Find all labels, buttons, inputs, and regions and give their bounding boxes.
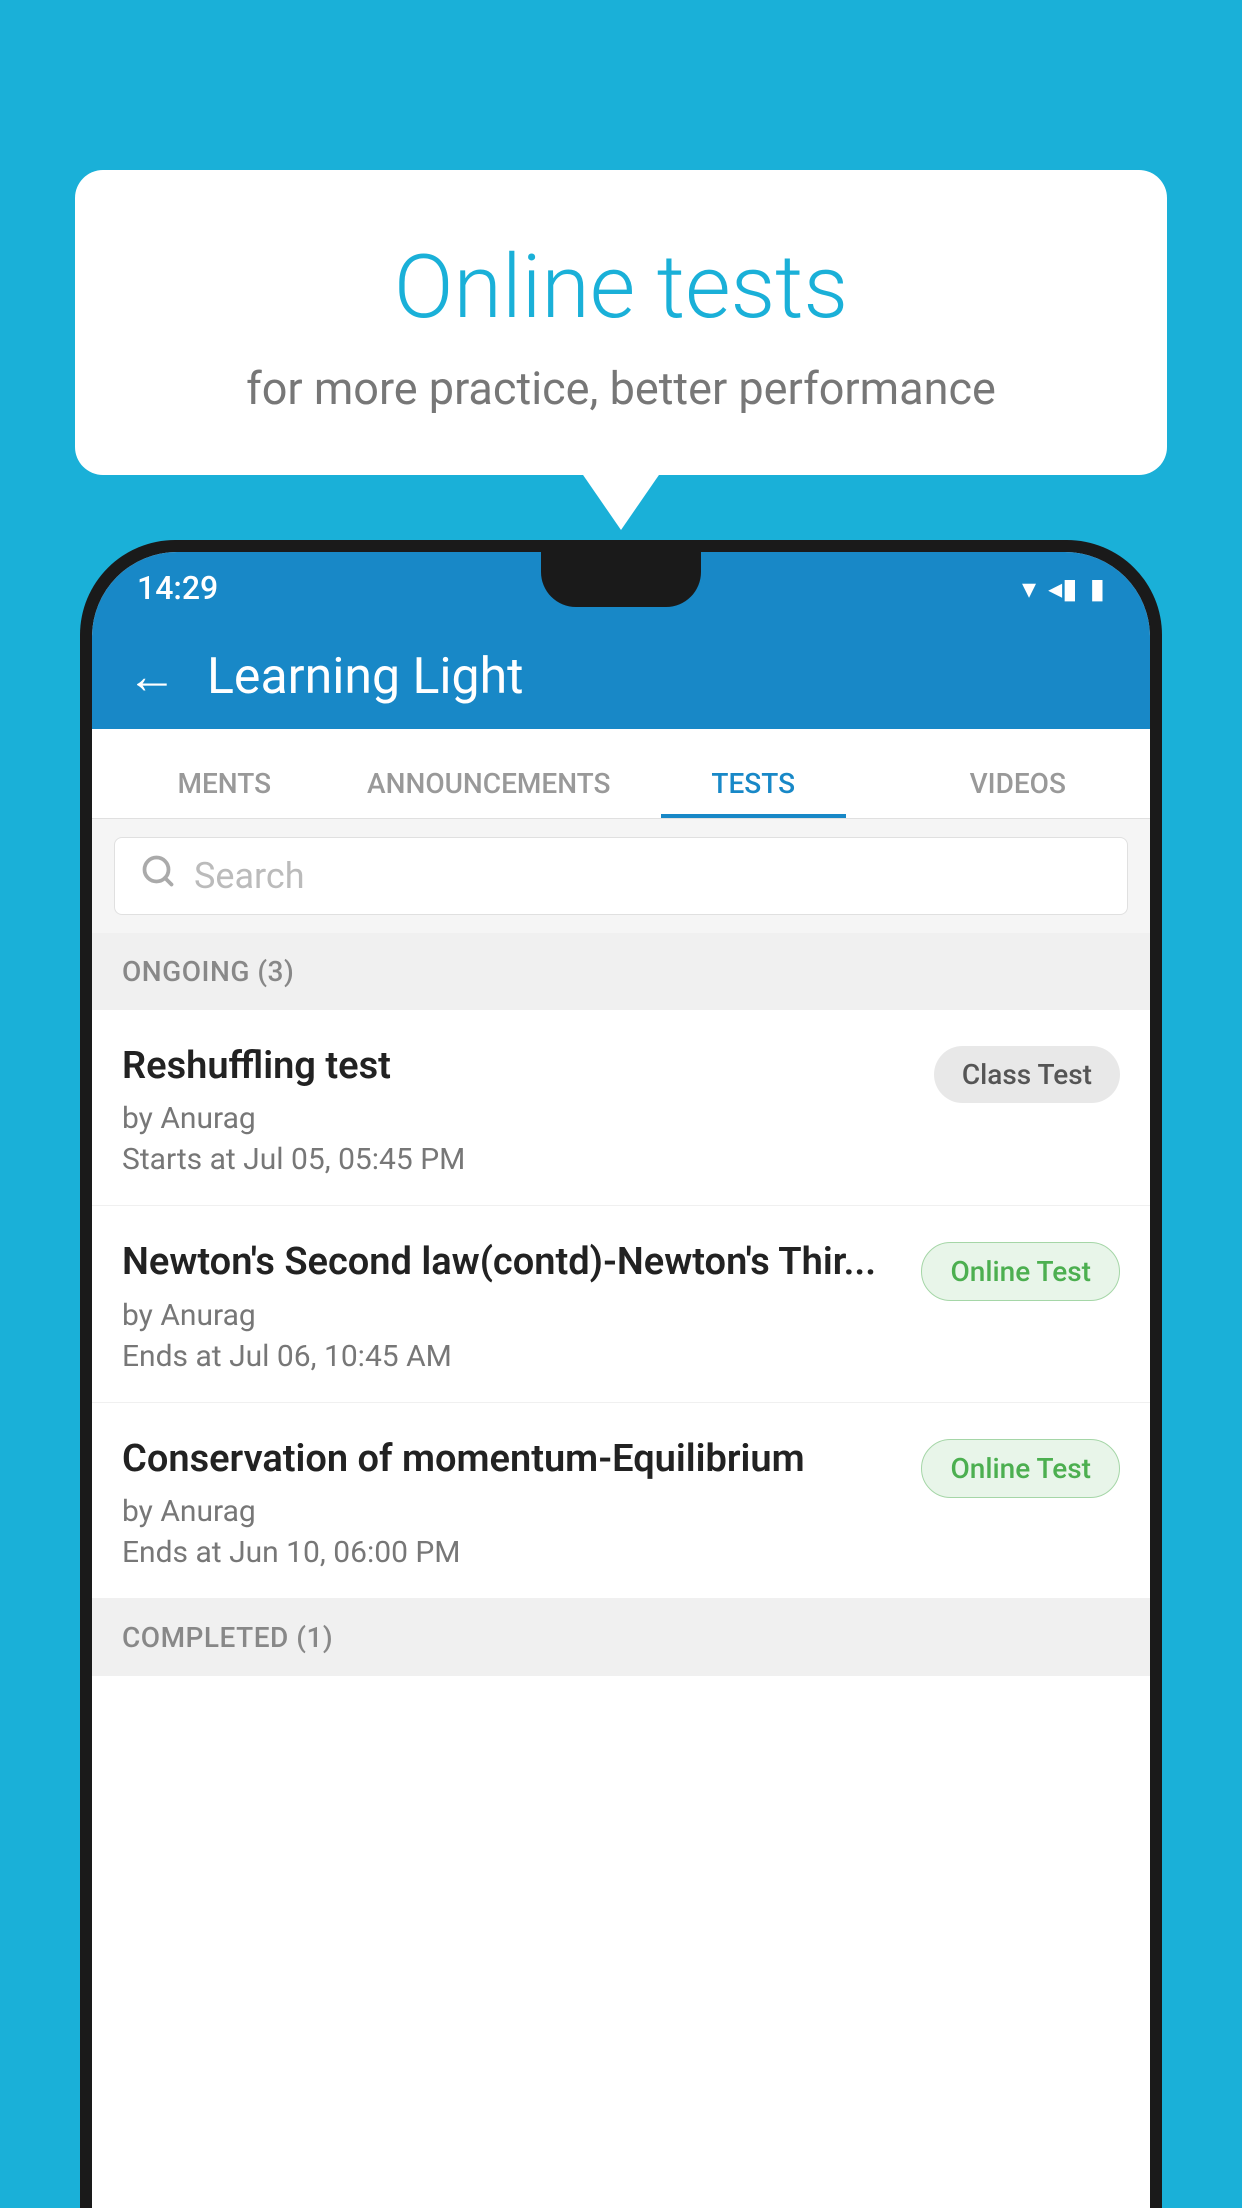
test-author: by Anurag — [122, 1101, 914, 1136]
test-badge: Online Test — [921, 1439, 1120, 1498]
wifi-icon: ▾ — [1022, 572, 1036, 605]
test-name: Conservation of momentum-Equilibrium — [122, 1435, 901, 1484]
test-item[interactable]: Conservation of momentum-Equilibrium by … — [92, 1403, 1150, 1599]
bubble-subtitle: for more practice, better performance — [155, 362, 1087, 415]
test-time: Ends at Jul 06, 10:45 AM — [122, 1339, 901, 1374]
app-header: ← Learning Light — [92, 624, 1150, 729]
back-button[interactable]: ← — [127, 647, 177, 706]
test-info: Conservation of momentum-Equilibrium by … — [122, 1435, 921, 1570]
signal-icon: ◂▮ — [1048, 572, 1077, 605]
test-badge: Class Test — [934, 1046, 1120, 1103]
ongoing-section-header: ONGOING (3) — [92, 933, 1150, 1010]
test-info: Newton's Second law(contd)-Newton's Thir… — [122, 1238, 921, 1373]
test-name: Reshuffling test — [122, 1042, 914, 1091]
search-icon — [140, 853, 176, 899]
completed-section-header: COMPLETED (1) — [92, 1599, 1150, 1676]
tab-videos[interactable]: VIDEOS — [886, 767, 1151, 818]
battery-icon: ▮ — [1090, 572, 1105, 605]
test-time: Ends at Jun 10, 06:00 PM — [122, 1535, 901, 1570]
test-info: Reshuffling test by Anurag Starts at Jul… — [122, 1042, 934, 1177]
app-title: Learning Light — [207, 648, 524, 706]
tab-bar: MENTS ANNOUNCEMENTS TESTS VIDEOS — [92, 729, 1150, 819]
notch — [541, 552, 701, 607]
search-box[interactable]: Search — [114, 837, 1128, 915]
phone-frame: 14:29 ▾ ◂▮ ▮ ← Learning Light MENTS ANNO… — [80, 540, 1162, 2208]
test-author: by Anurag — [122, 1494, 901, 1529]
status-bar: 14:29 ▾ ◂▮ ▮ — [92, 552, 1150, 624]
tab-announcements[interactable]: ANNOUNCEMENTS — [357, 767, 622, 818]
test-author: by Anurag — [122, 1298, 901, 1333]
tab-tests[interactable]: TESTS — [621, 767, 886, 818]
test-item[interactable]: Reshuffling test by Anurag Starts at Jul… — [92, 1010, 1150, 1206]
test-list: Reshuffling test by Anurag Starts at Jul… — [92, 1010, 1150, 1599]
search-container: Search — [92, 819, 1150, 933]
status-icons: ▾ ◂▮ ▮ — [1022, 572, 1105, 605]
test-time: Starts at Jul 05, 05:45 PM — [122, 1142, 914, 1177]
test-badge: Online Test — [921, 1242, 1120, 1301]
test-name: Newton's Second law(contd)-Newton's Thir… — [122, 1238, 901, 1287]
search-placeholder: Search — [194, 855, 305, 897]
bubble-title: Online tests — [155, 240, 1087, 337]
status-time: 14:29 — [137, 569, 218, 607]
promo-speech-bubble: Online tests for more practice, better p… — [75, 170, 1167, 475]
test-item[interactable]: Newton's Second law(contd)-Newton's Thir… — [92, 1206, 1150, 1402]
tab-ments[interactable]: MENTS — [92, 767, 357, 818]
